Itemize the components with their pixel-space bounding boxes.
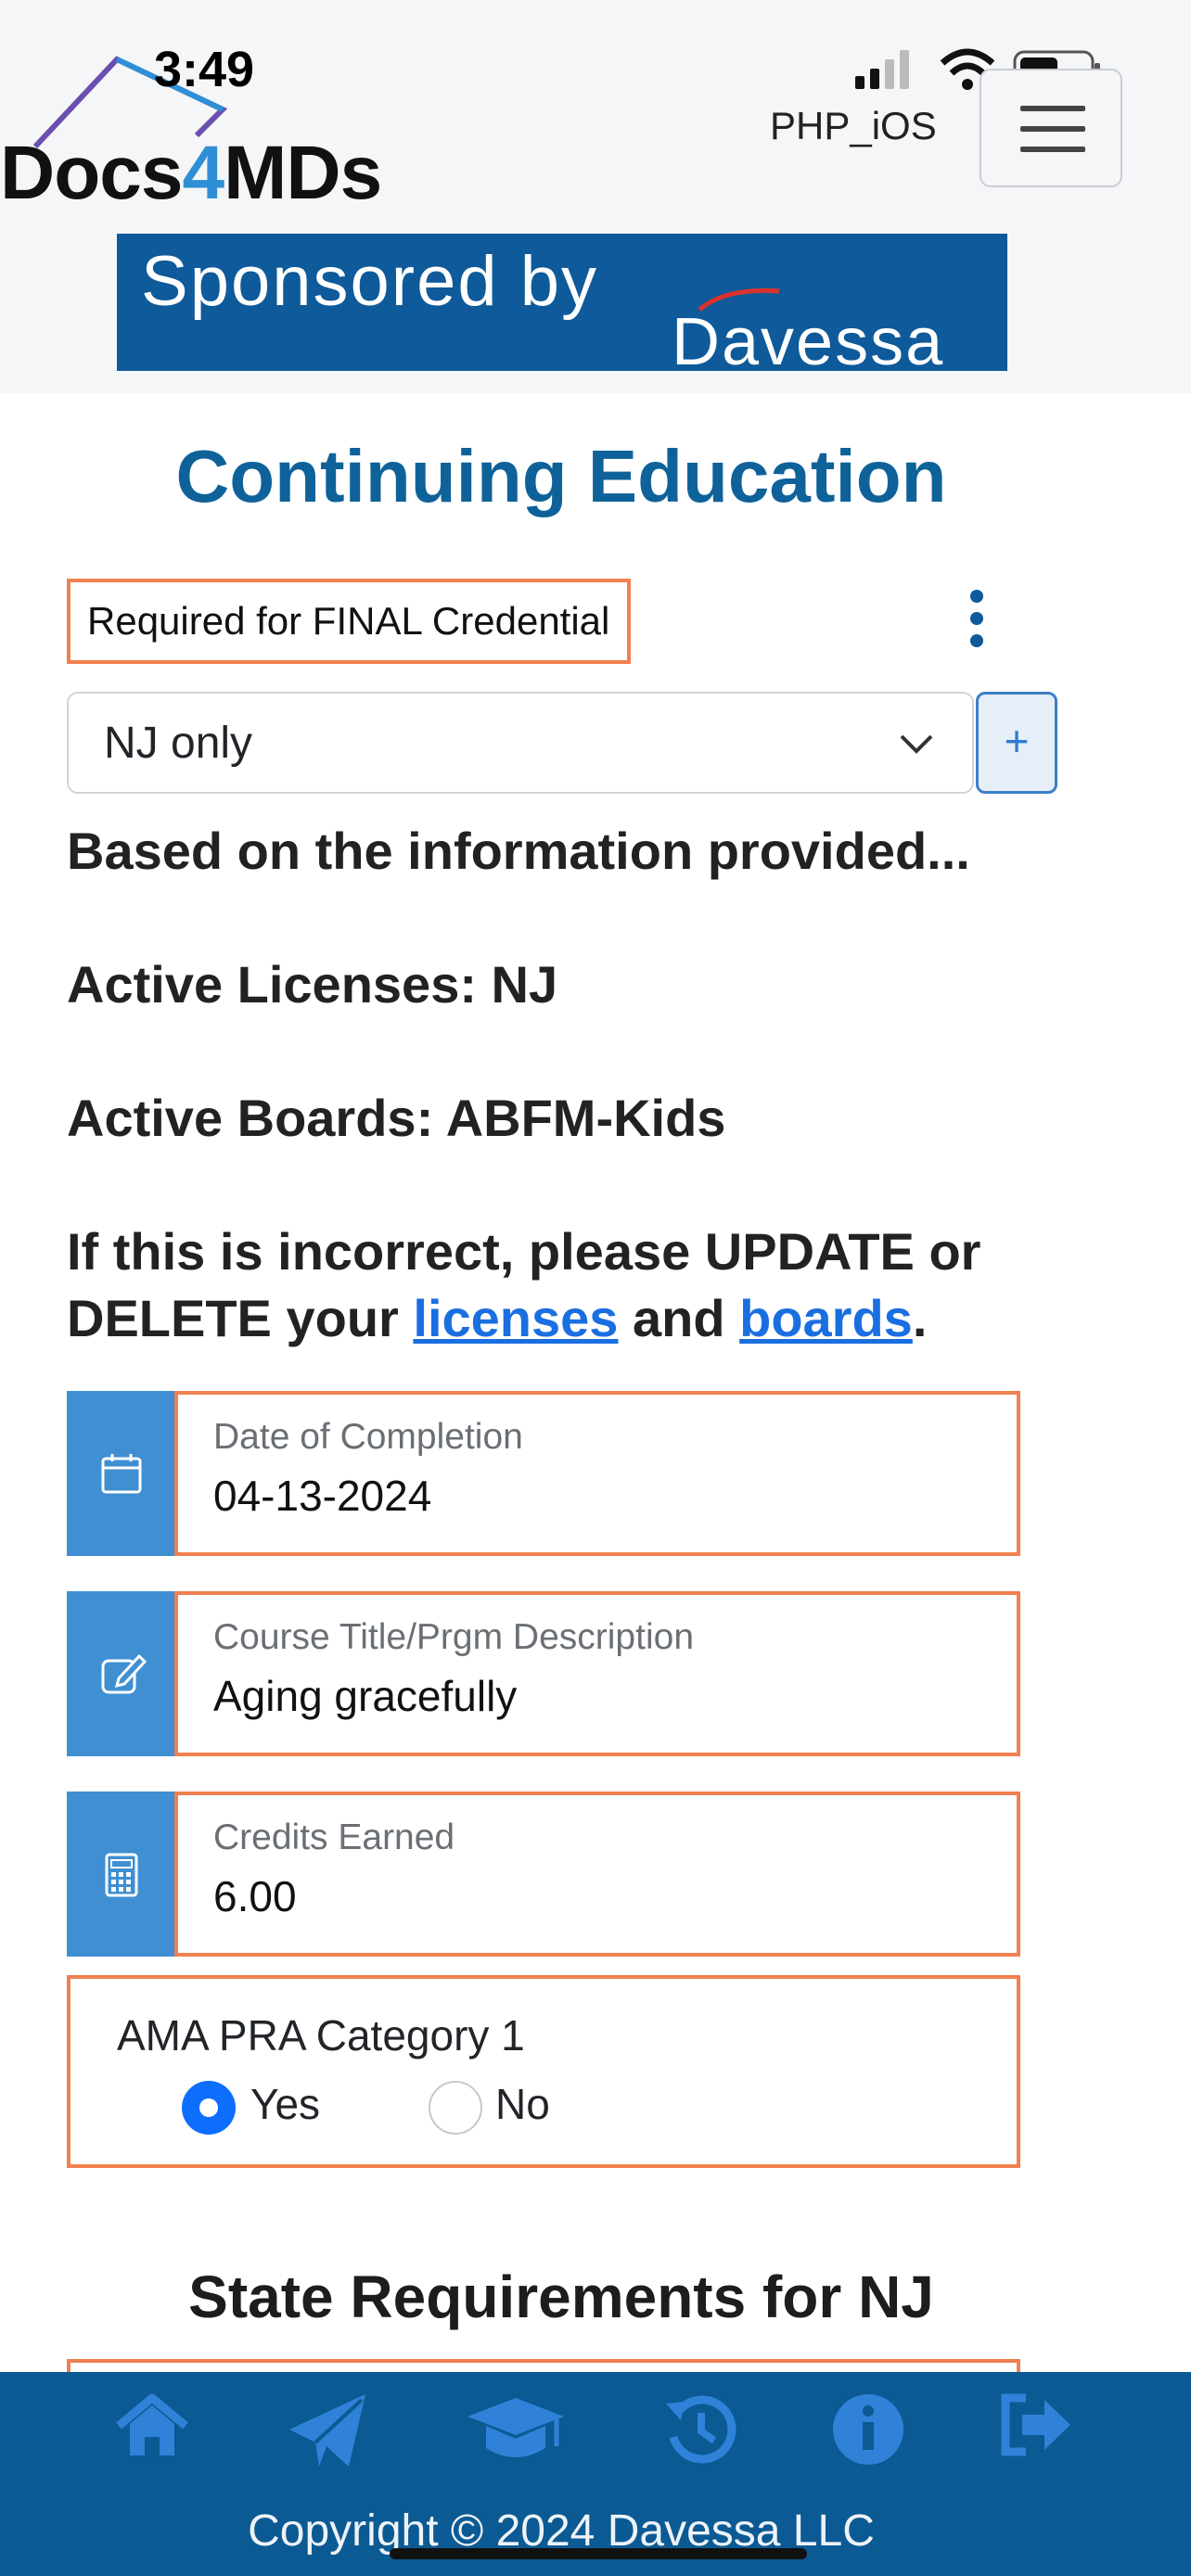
edit-icon (101, 1653, 147, 1694)
logo-text-suffix: MDs (224, 131, 382, 215)
home-indicator[interactable] (390, 2548, 807, 2559)
credits-earned-field[interactable]: Credits Earned 6.00 (67, 1792, 1020, 1957)
chevron-down-icon (900, 734, 933, 754)
sponsor-banner[interactable]: Sponsored by Davessa (117, 234, 1007, 371)
prompt-text-1: If this is incorrect, please UPDATE or (67, 1222, 981, 1281)
date-input[interactable]: Date of Completion 04-13-2024 (174, 1391, 1020, 1556)
ama-yes-label[interactable]: Yes (250, 2079, 320, 2129)
ama-yes-radio[interactable] (182, 2081, 236, 2135)
hamburger-menu-button[interactable] (980, 69, 1122, 187)
more-options-icon[interactable] (961, 586, 991, 651)
prompt-and: and (633, 1289, 725, 1347)
carrier-label: PHP_iOS (770, 104, 937, 147)
course-title-input[interactable]: Course Title/Prgm Description Aging grac… (174, 1591, 1020, 1756)
info-active-licenses: Active Licenses: NJ (67, 955, 558, 1014)
info-intro: Based on the information provided... (67, 822, 970, 880)
credits-icon-cell (67, 1792, 174, 1957)
info-prompt: If this is incorrect, please UPDATE or D… (67, 1218, 980, 1352)
ama-no-radio[interactable] (429, 2081, 482, 2135)
calendar-icon (101, 1454, 142, 1494)
sponsor-line2: Davessa (672, 305, 945, 371)
ama-no-label[interactable]: No (495, 2079, 550, 2129)
prompt-period: . (912, 1289, 928, 1347)
course-value: Aging gracefully (213, 1672, 518, 1720)
info-icon[interactable] (831, 2392, 905, 2467)
prompt-text-2: DELETE your (67, 1289, 399, 1347)
add-filter-button[interactable]: + (976, 692, 1057, 794)
date-icon-cell (67, 1391, 174, 1556)
app-header: 3:49 PHP_iOS Docs4MDs Sponsored by Daves… (0, 0, 1191, 393)
menu-bar (1020, 147, 1085, 152)
menu-bar (1020, 126, 1085, 132)
logo-text-highlight: 4 (182, 131, 225, 215)
ama-question: AMA PRA Category 1 (117, 2011, 525, 2060)
home-icon[interactable] (115, 2392, 189, 2459)
ama-category-group: AMA PRA Category 1 Yes No (67, 1975, 1020, 2168)
course-title-field[interactable]: Course Title/Prgm Description Aging grac… (67, 1591, 1020, 1756)
license-filter-select[interactable]: NJ only (67, 692, 974, 794)
logo-text-prefix: Docs (0, 131, 184, 215)
status-time: 3:49 (154, 42, 255, 97)
info-active-boards: Active Boards: ABFM-Kids (67, 1089, 726, 1147)
credits-value: 6.00 (213, 1872, 297, 1920)
menu-bar (1020, 106, 1085, 111)
course-label: Course Title/Prgm Description (213, 1617, 695, 1657)
signal-icon (855, 50, 909, 89)
credits-label: Credits Earned (213, 1817, 455, 1857)
date-of-completion-field[interactable]: Date of Completion 04-13-2024 (67, 1391, 1020, 1556)
sign-out-icon[interactable] (998, 2392, 1072, 2457)
requirement-tag: Required for FINAL Credential (67, 579, 631, 664)
graduation-cap-icon[interactable] (464, 2392, 568, 2467)
history-icon[interactable] (664, 2392, 738, 2467)
credits-input[interactable]: Credits Earned 6.00 (174, 1792, 1020, 1957)
boards-link[interactable]: boards (739, 1289, 913, 1347)
calculator-icon (105, 1853, 138, 1897)
date-value: 04-13-2024 (213, 1472, 432, 1520)
course-icon-cell (67, 1591, 174, 1756)
app-logo[interactable]: Docs4MDs (0, 130, 382, 217)
date-label: Date of Completion (213, 1417, 523, 1457)
sponsor-line1: Sponsored by (141, 242, 598, 321)
filter-selected-value: NJ only (104, 719, 253, 768)
licenses-link[interactable]: licenses (413, 1289, 618, 1347)
page-title: Continuing Education (175, 435, 947, 517)
state-requirements-title: State Requirements for NJ (188, 2264, 934, 2330)
paper-plane-icon[interactable] (286, 2392, 369, 2470)
